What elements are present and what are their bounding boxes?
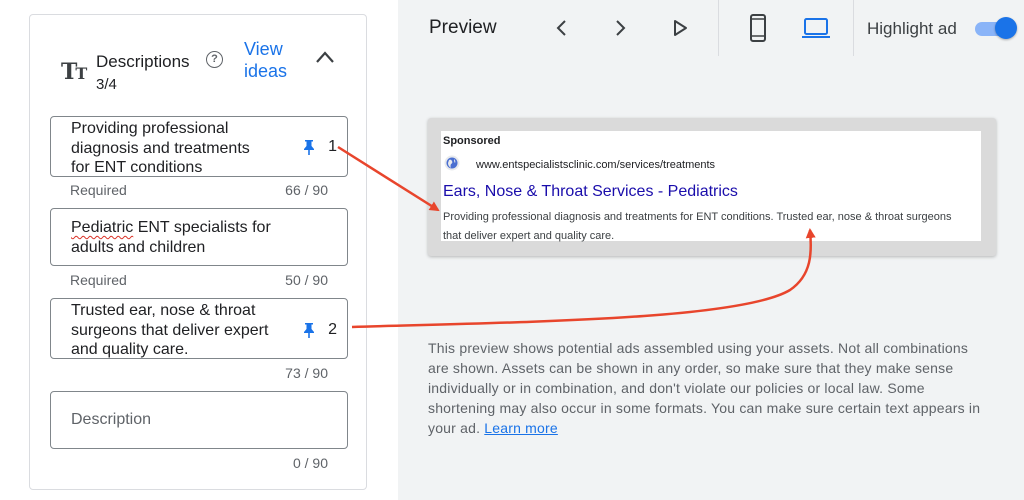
toolbar-divider (853, 0, 854, 56)
toggle-knob (995, 17, 1017, 39)
pin-icon (304, 140, 315, 155)
help-icon[interactable]: ? (206, 51, 223, 68)
section-title: Descriptions (96, 52, 190, 71)
ad-display-url: www.entspecialistsclinic.com/services/tr… (476, 159, 716, 171)
chevron-right-icon[interactable] (608, 17, 632, 39)
chevron-up-icon[interactable] (314, 49, 336, 65)
char-count: 50 / 90 (285, 272, 328, 288)
spellcheck-word: Pediatric (71, 219, 134, 236)
chevron-left-icon[interactable] (550, 17, 574, 39)
ad-preview-card: Sponsored www.entspecialistsclinic.com/s… (441, 131, 981, 242)
required-label: Required (70, 182, 127, 198)
toolbar-divider (718, 0, 719, 56)
char-count: 66 / 90 (285, 182, 328, 198)
char-count: 0 / 90 (292, 455, 328, 471)
learn-more-link[interactable]: Learn more (484, 420, 558, 436)
required-label: Required (70, 272, 127, 288)
highlight-ad-toggle[interactable] (972, 17, 1018, 41)
char-count: 73 / 90 (285, 365, 328, 381)
preview-title: Preview (429, 17, 497, 38)
sponsored-label: Sponsored (443, 135, 501, 147)
desktop-icon[interactable] (801, 16, 831, 40)
description-text: Pediatric ENT specialists for adults and… (71, 218, 271, 257)
description-field-2[interactable]: Pediatric ENT specialists for adults and… (50, 208, 348, 266)
highlight-ad-label: Highlight ad (867, 19, 957, 38)
pin-position: 1 (328, 138, 337, 155)
pin-control[interactable]: 2 (302, 320, 337, 340)
mobile-icon[interactable] (747, 13, 769, 43)
description-text: Trusted ear, nose & throat surgeons that… (71, 302, 269, 358)
globe-icon (444, 155, 460, 171)
pin-position: 2 (328, 321, 337, 338)
pin-icon (304, 323, 315, 338)
text-format-icon: TT (61, 59, 87, 85)
description-field-3[interactable]: Trusted ear, nose & throat surgeons that… (50, 298, 348, 359)
view-ideas-link[interactable]: View ideas (244, 38, 304, 82)
description-field-1[interactable]: Providing professional diagnosis and tre… (50, 116, 348, 177)
ad-preview-frame: Sponsored www.entspecialistsclinic.com/s… (428, 118, 996, 256)
ad-description: Providing professional diagnosis and tre… (443, 211, 952, 242)
section-count: 3/4 (96, 76, 117, 93)
description-placeholder: Description (71, 411, 152, 428)
ad-headline[interactable]: Ears, Nose & Throat Services - Pediatric… (443, 183, 738, 201)
descriptions-header: TT Descriptions 3/4 ? View ideas (30, 15, 366, 115)
descriptions-panel: TT Descriptions 3/4 ? View ideas Providi… (29, 14, 367, 490)
description-text: Providing professional diagnosis and tre… (71, 120, 250, 176)
description-field-4[interactable]: Description (50, 391, 348, 449)
play-icon[interactable] (668, 17, 692, 39)
pin-control[interactable]: 1 (302, 137, 337, 157)
preview-panel: Preview Highlight ad Sponsored www.entsp… (398, 0, 1024, 500)
preview-disclaimer: This preview shows potential ads assembl… (428, 338, 988, 438)
